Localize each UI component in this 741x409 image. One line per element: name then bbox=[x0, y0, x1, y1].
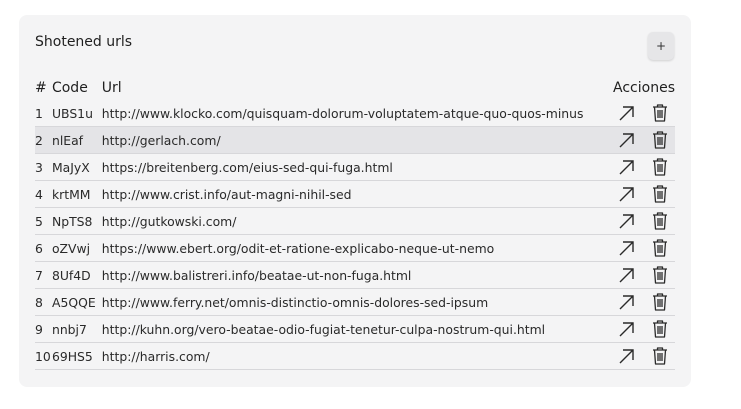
row-url: http://gerlach.com/ bbox=[101, 126, 614, 154]
table-row: 4 krtMM http://www.crist.info/aut-magni-ni… bbox=[35, 180, 675, 208]
urls-table: # Code Url Acciones 1 UBS1u http://www.klo… bbox=[35, 76, 675, 370]
row-url: http://www.ferry.net/omnis-distinctio-om… bbox=[101, 288, 614, 316]
table-row: 7 8Uf4D http://www.balistreri.info/beatae-… bbox=[35, 261, 675, 289]
trash-icon[interactable] bbox=[651, 265, 669, 285]
header-code: Code bbox=[51, 80, 88, 96]
row-url: https://www.ebert.org/odit-et-ratione-ex… bbox=[101, 234, 614, 262]
trash-icon[interactable] bbox=[651, 184, 669, 204]
table-row: 2 nlEaf http://gerlach.com/ bbox=[35, 126, 675, 154]
arrow-up-right-icon[interactable] bbox=[618, 293, 636, 311]
row-code: 8Uf4D bbox=[51, 261, 102, 289]
row-actions bbox=[613, 288, 675, 316]
arrow-up-right-icon[interactable] bbox=[618, 131, 636, 149]
arrow-up-right-icon[interactable] bbox=[618, 158, 636, 176]
row-number: 7 bbox=[35, 261, 52, 289]
table-row: 10 69HS5 http://harris.com/ bbox=[35, 342, 675, 370]
urls-card: Shotened urls + # Code Url Acciones 1 UBS… bbox=[19, 15, 691, 387]
table-row: 3 MaJyX https://breitenberg.com/eius-sed-q… bbox=[35, 153, 675, 181]
table-row: 8 A5QQE http://www.ferry.net/omnis-distinc… bbox=[35, 288, 675, 316]
row-code: UBS1u bbox=[51, 100, 102, 127]
arrow-up-right-icon[interactable] bbox=[618, 239, 636, 257]
table-row: 1 UBS1u http://www.klocko.com/quisquam-dol… bbox=[35, 100, 675, 127]
arrow-up-right-icon[interactable] bbox=[618, 266, 636, 284]
row-actions bbox=[613, 126, 675, 154]
row-url: http://www.balistreri.info/beatae-ut-non… bbox=[101, 261, 614, 289]
trash-icon[interactable] bbox=[651, 319, 669, 339]
row-code: 69HS5 bbox=[51, 342, 102, 370]
trash-icon[interactable] bbox=[651, 346, 669, 366]
table-row: 6 oZVwj https://www.ebert.org/odit-et-rati… bbox=[35, 234, 675, 262]
row-actions bbox=[613, 342, 675, 370]
row-code: krtMM bbox=[51, 180, 102, 208]
arrow-up-right-icon[interactable] bbox=[618, 212, 636, 230]
table-row: 9 nnbj7 http://kuhn.org/vero-beatae-odio-f… bbox=[35, 315, 675, 343]
row-number: 8 bbox=[35, 288, 52, 316]
row-code: nlEaf bbox=[51, 126, 102, 154]
row-number: 10 bbox=[35, 342, 52, 370]
row-url: http://harris.com/ bbox=[101, 342, 614, 370]
table-header-row: # Code Url Acciones bbox=[35, 76, 675, 100]
row-number: 1 bbox=[35, 100, 52, 127]
arrow-up-right-icon[interactable] bbox=[618, 104, 636, 122]
row-actions bbox=[613, 261, 675, 289]
row-actions bbox=[613, 100, 675, 127]
header-num: # bbox=[35, 80, 47, 96]
arrow-up-right-icon[interactable] bbox=[618, 320, 636, 338]
row-number: 6 bbox=[35, 234, 52, 262]
header-actions: Acciones bbox=[613, 80, 675, 96]
row-url: http://www.crist.info/aut-magni-nihil-se… bbox=[101, 180, 614, 208]
row-url: https://breitenberg.com/eius-sed-qui-fug… bbox=[101, 153, 614, 181]
row-number: 4 bbox=[35, 180, 52, 208]
trash-icon[interactable] bbox=[651, 103, 669, 123]
arrow-up-right-icon[interactable] bbox=[618, 185, 636, 203]
row-number: 5 bbox=[35, 207, 52, 235]
row-number: 3 bbox=[35, 153, 52, 181]
row-number: 2 bbox=[35, 126, 52, 154]
add-url-button[interactable]: + bbox=[648, 32, 674, 60]
row-actions bbox=[613, 207, 675, 235]
table-row: 5 NpTS8 http://gutkowski.com/ bbox=[35, 207, 675, 235]
row-actions bbox=[613, 315, 675, 343]
row-actions bbox=[613, 153, 675, 181]
row-actions bbox=[613, 180, 675, 208]
row-number: 9 bbox=[35, 315, 52, 343]
row-code: A5QQE bbox=[51, 288, 102, 316]
row-code: MaJyX bbox=[51, 153, 102, 181]
trash-icon[interactable] bbox=[651, 292, 669, 312]
row-url: http://www.klocko.com/quisquam-dolorum-v… bbox=[101, 100, 614, 127]
header-url: Url bbox=[101, 80, 122, 96]
row-code: nnbj7 bbox=[51, 315, 102, 343]
row-code: NpTS8 bbox=[51, 207, 102, 235]
card-title: Shotened urls bbox=[35, 34, 133, 50]
trash-icon[interactable] bbox=[651, 238, 669, 258]
row-code: oZVwj bbox=[51, 234, 102, 262]
row-url: http://gutkowski.com/ bbox=[101, 207, 614, 235]
trash-icon[interactable] bbox=[651, 130, 669, 150]
row-url: http://kuhn.org/vero-beatae-odio-fugiat-… bbox=[101, 315, 614, 343]
row-actions bbox=[613, 234, 675, 262]
arrow-up-right-icon[interactable] bbox=[618, 347, 636, 365]
trash-icon[interactable] bbox=[651, 211, 669, 231]
trash-icon[interactable] bbox=[651, 157, 669, 177]
